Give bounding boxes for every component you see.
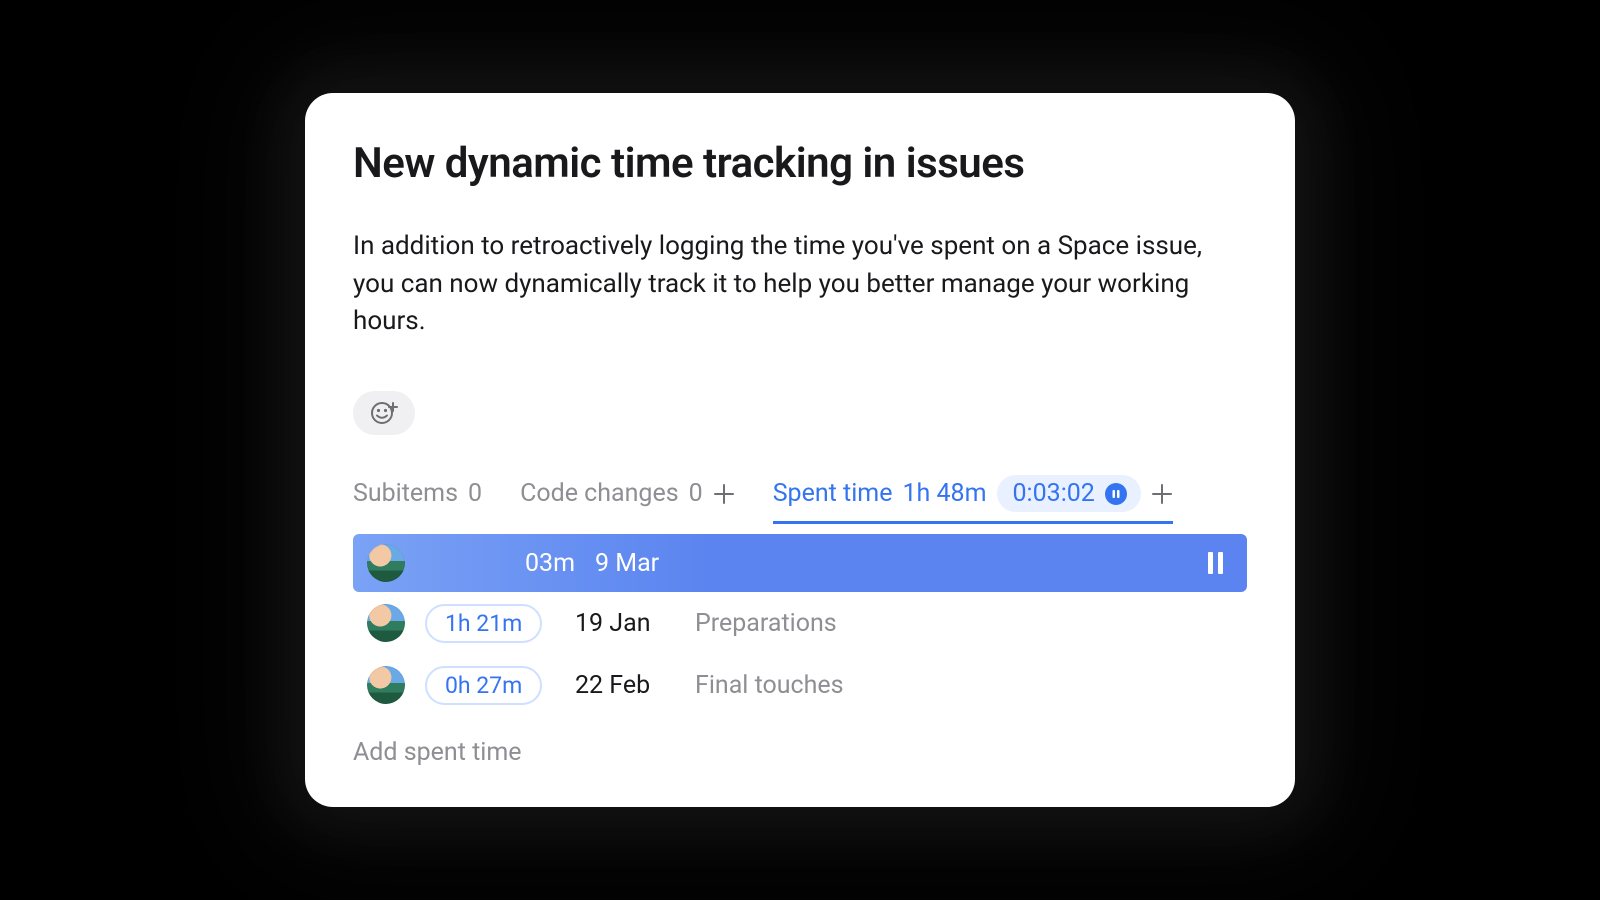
add-reaction-button[interactable] [353, 391, 415, 435]
entry-note: Final touches [695, 671, 844, 700]
avatar [367, 604, 405, 642]
smiley-plus-icon [369, 400, 399, 426]
running-timer-pill[interactable]: 0:03:02 [997, 475, 1141, 512]
page-title: New dynamic time tracking in issues [353, 139, 1247, 188]
pause-icon [1105, 483, 1127, 505]
tab-code-changes-label: Code changes [520, 479, 679, 508]
avatar [367, 544, 405, 582]
tabs-row: Subitems 0 Code changes 0 Spent time 1h … [353, 475, 1247, 522]
entry-date: 22 Feb [575, 671, 675, 700]
tab-spent-time-total: 1h 48m [902, 479, 986, 508]
entry-note: Preparations [695, 609, 837, 638]
plus-icon[interactable] [1151, 483, 1173, 505]
pause-icon[interactable] [1208, 552, 1223, 574]
time-entry[interactable]: 0h 27m 22 Feb Final touches [353, 654, 1247, 716]
tab-spent-time[interactable]: Spent time 1h 48m 0:03:02 [773, 475, 1173, 512]
tab-subitems[interactable]: Subitems 0 [353, 479, 482, 508]
add-spent-time-button[interactable]: Add spent time [353, 738, 1247, 767]
time-entries: 03m 9 Mar 1h 21m 19 Jan Preparations 0h … [353, 534, 1247, 716]
running-timer-value: 0:03:02 [1013, 479, 1095, 508]
entry-duration: 1h 21m [425, 604, 542, 643]
entry-duration: 0h 27m [425, 666, 542, 705]
tab-spent-time-label: Spent time [773, 479, 893, 508]
entry-date: 19 Jan [575, 609, 675, 638]
plus-icon[interactable] [713, 483, 735, 505]
tab-code-changes-count: 0 [689, 479, 703, 508]
avatar [367, 666, 405, 704]
issue-card: New dynamic time tracking in issues In a… [305, 93, 1295, 807]
page-description: In addition to retroactively logging the… [353, 228, 1233, 341]
tab-subitems-label: Subitems [353, 479, 458, 508]
entry-date: 9 Mar [595, 549, 695, 578]
time-entry[interactable]: 1h 21m 19 Jan Preparations [353, 592, 1247, 654]
time-entry-running[interactable]: 03m 9 Mar [353, 534, 1247, 592]
tab-code-changes[interactable]: Code changes 0 [520, 479, 735, 508]
entry-duration: 03m [425, 549, 575, 578]
tab-subitems-count: 0 [468, 479, 482, 508]
